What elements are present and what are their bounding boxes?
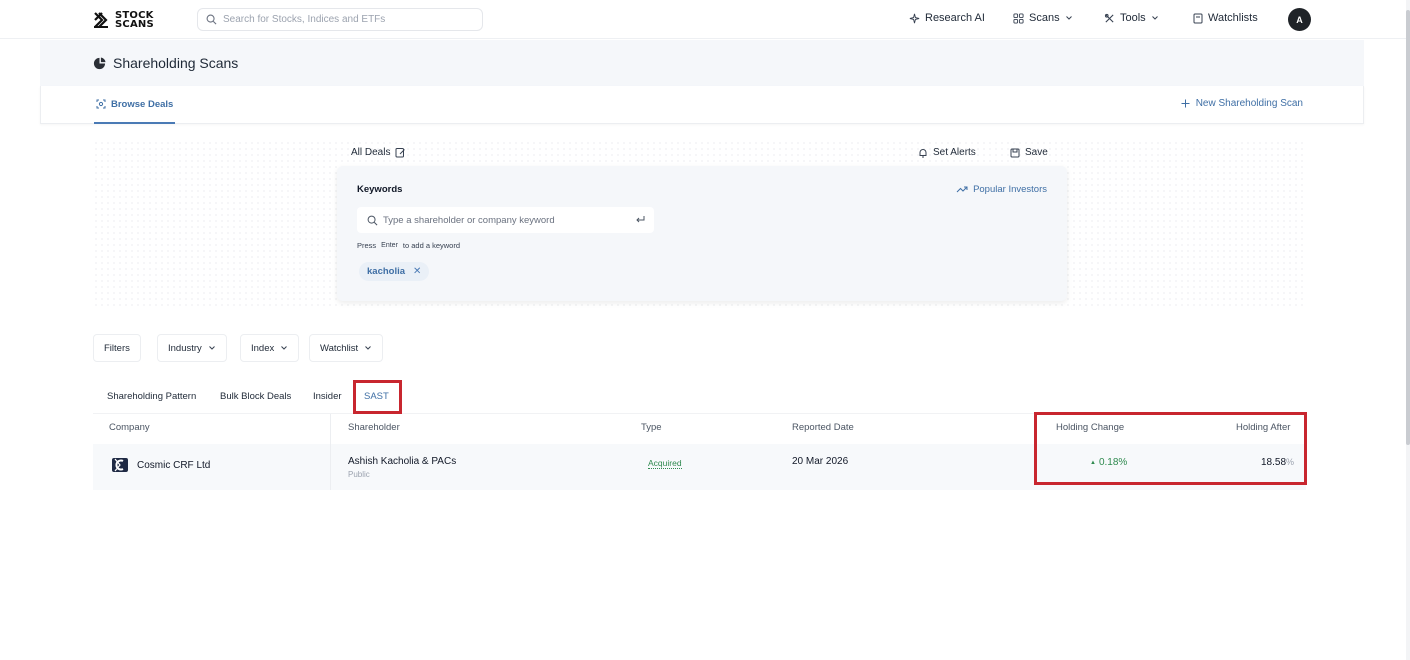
search-icon (367, 215, 378, 225)
tab-bulk-block-deals[interactable]: Bulk Block Deals (220, 391, 291, 402)
company-name[interactable]: Cosmic CRF Ltd (137, 460, 210, 471)
tab-sast[interactable]: SAST (364, 391, 389, 402)
set-alerts-label: Set Alerts (933, 147, 976, 158)
bookmark-icon (1193, 13, 1203, 23)
enter-key-icon (636, 216, 645, 223)
tab-shareholding-pattern[interactable]: Shareholding Pattern (107, 391, 196, 402)
remove-keyword-icon[interactable]: ✕ (413, 266, 421, 277)
chevron-down-icon (208, 346, 215, 350)
index-filter[interactable]: Index (240, 334, 300, 362)
page-title-text: Shareholding Scans (113, 55, 239, 71)
top-navbar: STOCK SCANS Research AI Scans Tools Watc… (0, 0, 1406, 39)
column-holding-change[interactable]: Holding Change (1056, 422, 1124, 433)
set-alerts-button[interactable]: Set Alerts (918, 147, 976, 158)
holding-after-text: 18.58 (1261, 457, 1287, 468)
trending-up-icon (956, 186, 968, 193)
nav-tools-label: Tools (1120, 12, 1146, 24)
hint-press: Press (357, 241, 377, 250)
arrow-up-icon: ▲ (1090, 459, 1096, 466)
filters-button[interactable]: Filters (93, 334, 141, 362)
index-label: Index (251, 342, 275, 354)
scan-icon (96, 99, 106, 109)
holding-after-value: 18.58% (1261, 457, 1294, 468)
page-scrollbar[interactable] (1406, 0, 1410, 660)
new-scan-label: New Shareholding Scan (1195, 98, 1303, 109)
nav-scans-label: Scans (1029, 12, 1060, 24)
stockscans-logo[interactable]: STOCK SCANS (93, 9, 159, 31)
column-shareholder[interactable]: Shareholder (348, 422, 400, 433)
company-logo-icon (111, 457, 129, 473)
nav-research-ai[interactable]: Research AI (909, 12, 985, 24)
chevron-down-icon (1151, 16, 1158, 20)
holding-change-text: 0.18% (1098, 457, 1128, 468)
save-label: Save (1025, 147, 1048, 158)
user-avatar[interactable]: A (1288, 8, 1311, 31)
holding-change-value: ▲ 0.18% (1090, 457, 1127, 468)
all-deals-label: All Deals (351, 147, 391, 158)
column-reported-date[interactable]: Reported Date (792, 422, 854, 433)
search-icon (206, 14, 217, 25)
keyword-chip-label: kacholia (367, 266, 406, 277)
column-company[interactable]: Company (109, 422, 150, 433)
tab-insider[interactable]: Insider (313, 391, 342, 402)
chevron-down-icon (281, 346, 288, 350)
scan-tabbar: Browse Deals New Shareholding Scan (40, 86, 1364, 124)
hint-rest: to add a keyword (402, 241, 461, 250)
popular-investors-link[interactable]: Popular Investors (956, 184, 1047, 195)
keywords-card: Keywords Popular Investors Press Enter t… (337, 166, 1067, 301)
tabs-divider (93, 413, 1306, 414)
deal-type-badge: Acquired (648, 458, 682, 469)
hint-enter-key: Enter (381, 242, 398, 249)
keyword-chip: kacholia ✕ (359, 262, 430, 281)
column-holding-after[interactable]: Holding After (1236, 422, 1290, 433)
bell-icon (919, 148, 927, 157)
save-button[interactable]: Save (1010, 147, 1048, 158)
nav-watchlists[interactable]: Watchlists (1193, 12, 1258, 24)
keyword-hint: Press Enter to add a keyword (357, 241, 460, 250)
sparkle-icon (909, 13, 920, 23)
keywords-title: Keywords (357, 184, 403, 195)
reported-date: 20 Mar 2026 (792, 456, 849, 467)
scrollbar-thumb[interactable] (1406, 10, 1410, 445)
plus-icon (1181, 99, 1190, 108)
pie-chart-icon (93, 56, 106, 69)
keyword-input-box[interactable] (357, 207, 654, 233)
shareholder-category: Public (348, 470, 370, 479)
popular-investors-label: Popular Investors (973, 184, 1047, 195)
watchlist-filter[interactable]: Watchlist (309, 334, 384, 362)
holding-after-unit: % (1286, 457, 1295, 467)
logo-text-line2: SCANS (115, 19, 154, 30)
edit-icon[interactable] (395, 147, 406, 158)
column-type[interactable]: Type (641, 422, 662, 433)
global-search-input[interactable] (223, 14, 463, 25)
tools-icon (1104, 13, 1114, 23)
chevron-down-icon (365, 346, 372, 350)
industry-filter[interactable]: Industry (157, 334, 227, 362)
save-icon (1010, 148, 1020, 157)
page-header: Shareholding Scans (40, 40, 1364, 86)
watchlist-label: Watchlist (320, 342, 359, 354)
chevron-down-icon (1065, 16, 1072, 20)
filters-label: Filters (104, 342, 130, 354)
nav-tools[interactable]: Tools (1104, 12, 1159, 24)
keyword-input[interactable] (383, 214, 628, 226)
nav-research-label: Research AI (925, 12, 985, 24)
tab-browse-deals[interactable]: Browse Deals (94, 86, 176, 124)
column-divider (330, 414, 331, 490)
industry-label: Industry (168, 342, 202, 354)
shareholder-name[interactable]: Ashish Kacholia & PACs (348, 456, 456, 467)
all-deals-title[interactable]: All Deals (351, 147, 406, 158)
global-search[interactable] (197, 8, 483, 31)
nav-watchlists-label: Watchlists (1208, 12, 1258, 24)
grid-icon (1013, 12, 1024, 24)
page-title: Shareholding Scans (93, 55, 238, 71)
logo-mark-icon (93, 10, 113, 30)
tab-browse-deals-label: Browse Deals (111, 98, 174, 110)
new-shareholding-scan-button[interactable]: New Shareholding Scan (1181, 98, 1303, 109)
nav-scans[interactable]: Scans (1013, 12, 1073, 24)
